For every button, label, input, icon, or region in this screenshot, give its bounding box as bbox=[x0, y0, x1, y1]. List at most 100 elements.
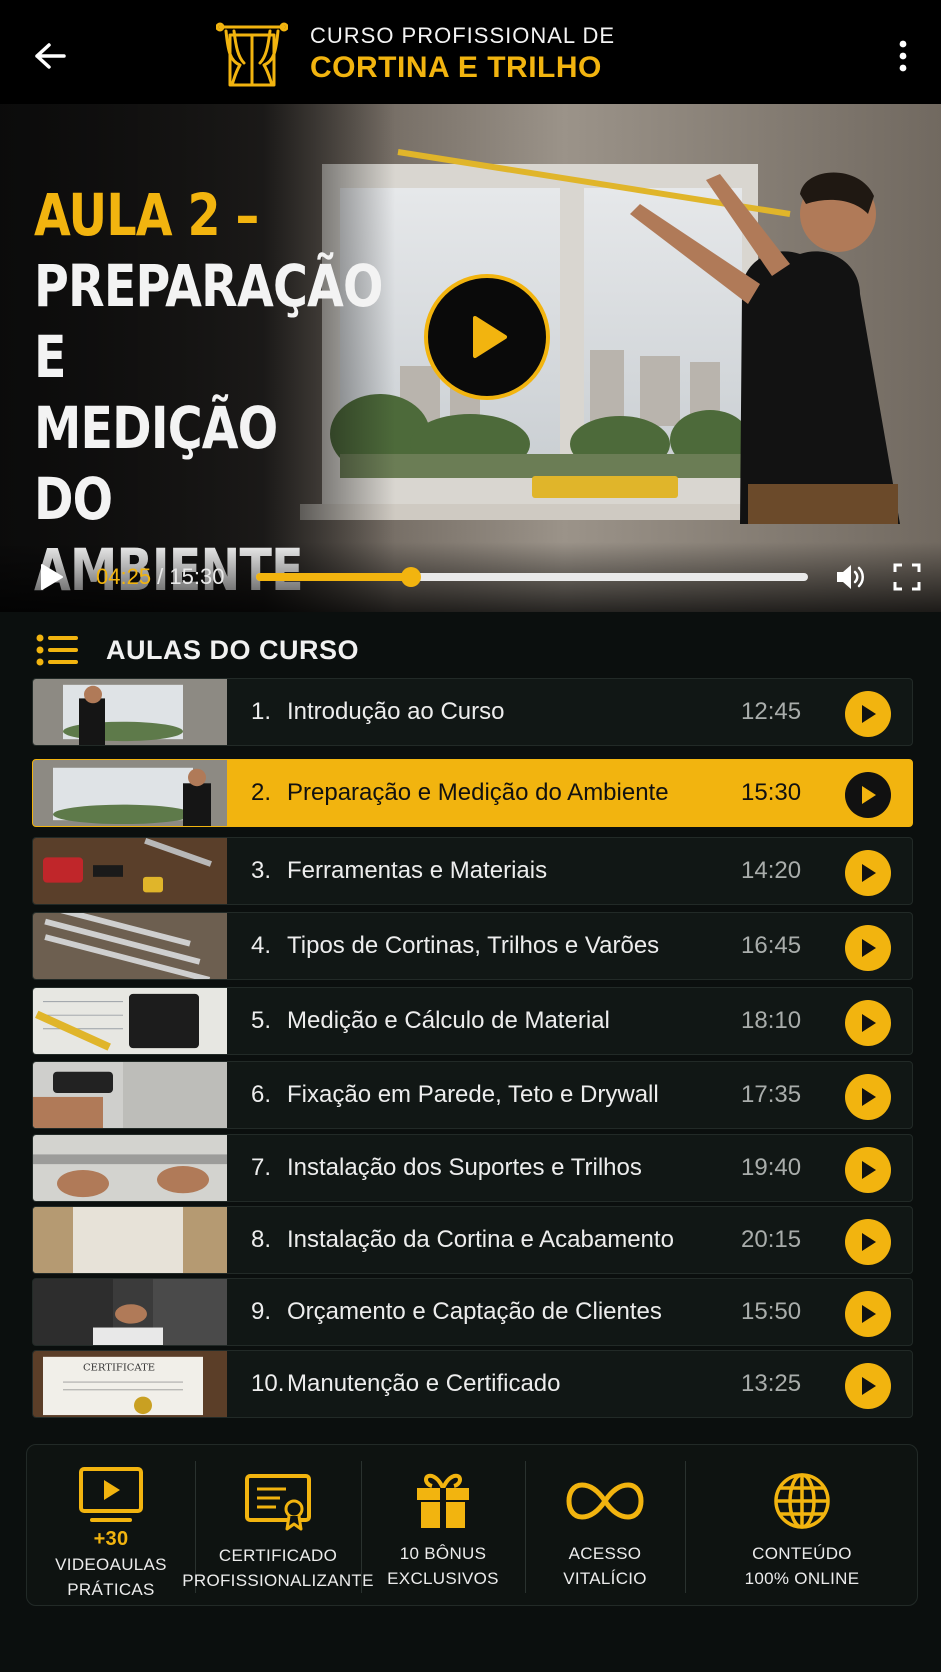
feature-line: EXCLUSIVOS bbox=[387, 1569, 499, 1588]
lesson-number: 1. bbox=[251, 698, 272, 725]
brand: CURSO PROFISSIONAL DE CORTINA E TRILHO bbox=[216, 20, 615, 90]
lesson-thumbnail bbox=[33, 1207, 227, 1273]
lesson-duration: 19:40 bbox=[741, 1154, 802, 1181]
feature-conteudo: CONTEÚDO 100% ONLINE bbox=[685, 1445, 919, 1605]
lesson-item[interactable]: 1. Introdução ao Curso 12:45 bbox=[32, 678, 913, 746]
lessons-section-header: AULAS DO CURSO bbox=[36, 630, 359, 670]
curtain-icon bbox=[216, 22, 288, 87]
feature-line: CONTEÚDO bbox=[752, 1544, 852, 1563]
lesson-thumbnail bbox=[33, 988, 227, 1054]
lesson-thumbnail: CERTIFICATE bbox=[33, 1351, 227, 1417]
app-header: CURSO PROFISSIONAL DE CORTINA E TRILHO bbox=[0, 0, 941, 104]
lesson-thumbnail bbox=[33, 760, 227, 826]
lesson-thumbnail bbox=[33, 838, 227, 904]
lesson-play-button[interactable] bbox=[845, 1147, 891, 1193]
lesson-title: Preparação e Medição do Ambiente bbox=[287, 779, 669, 806]
feature-bonus: 10 BÔNUS EXCLUSIVOS bbox=[361, 1445, 525, 1605]
feature-certificado: CERTIFICADO PROFISSIONALIZANTE bbox=[182, 1445, 373, 1605]
lesson-play-button[interactable] bbox=[845, 1291, 891, 1337]
play-icon bbox=[862, 1161, 876, 1179]
lessons-title: AULAS DO CURSO bbox=[106, 634, 360, 665]
globe-icon bbox=[774, 1473, 830, 1529]
video-monitor-icon bbox=[79, 1467, 143, 1522]
lesson-thumbnail bbox=[33, 1062, 227, 1128]
lesson-duration: 15:30 bbox=[741, 779, 802, 806]
lesson-number: 8. bbox=[251, 1226, 272, 1253]
play-icon bbox=[862, 1305, 876, 1323]
lesson-number: 9. bbox=[251, 1298, 272, 1325]
lesson-play-button[interactable] bbox=[845, 925, 891, 971]
center-play-button[interactable] bbox=[424, 274, 550, 400]
lesson-duration: 14:20 bbox=[741, 857, 802, 884]
progress-knob[interactable] bbox=[400, 567, 421, 587]
lesson-item[interactable]: 6. Fixação em Parede, Teto e Drywall 17:35 bbox=[32, 1061, 913, 1129]
certificate-icon bbox=[245, 1474, 311, 1531]
lesson-item[interactable]: 5. Medição e Cálculo de Material 18:10 bbox=[32, 987, 913, 1055]
lesson-duration: 12:45 bbox=[741, 698, 802, 725]
lesson-item[interactable]: 4. Tipos de Cortinas, Trilhos e Varões 16:… bbox=[32, 912, 913, 980]
feature-line: 10 BÔNUS bbox=[399, 1544, 487, 1563]
lesson-number: 6. bbox=[251, 1081, 272, 1108]
lesson-play-button[interactable] bbox=[845, 1074, 891, 1120]
fullscreen-icon[interactable] bbox=[892, 562, 922, 592]
lesson-title: Medição e Cálculo de Material bbox=[287, 1007, 610, 1034]
video-player[interactable]: AULA 2 – PREPARAÇÃO E MEDIÇÃO DO AMBIENT… bbox=[0, 104, 941, 612]
course-features: +30 VIDEOAULAS PRÁTICAS CERTIFICADO PROF… bbox=[26, 1444, 918, 1606]
brand-title: CORTINA E TRILHO bbox=[310, 51, 602, 84]
lesson-item[interactable]: 3. Ferramentas e Materiais 14:20 bbox=[32, 837, 913, 905]
lesson-thumbnail bbox=[33, 1135, 227, 1201]
lesson-play-button[interactable] bbox=[845, 850, 891, 896]
lesson-item[interactable]: CERTIFICATE 10. Manutenção e Certificado 13… bbox=[32, 1350, 913, 1418]
lesson-duration: 16:45 bbox=[741, 932, 802, 959]
lesson-item[interactable]: 7. Instalação dos Suportes e Trilhos 19:40 bbox=[32, 1134, 913, 1202]
play-icon bbox=[862, 1014, 876, 1032]
lesson-duration: 13:25 bbox=[741, 1370, 802, 1397]
play-icon bbox=[473, 316, 507, 358]
more-vertical-icon bbox=[899, 40, 907, 72]
play-icon bbox=[862, 864, 876, 882]
lesson-item[interactable]: 9. Orçamento e Captação de Clientes 15:50 bbox=[32, 1278, 913, 1346]
lesson-title: Manutenção e Certificado bbox=[287, 1370, 561, 1397]
feature-videoaulas: +30 VIDEOAULAS PRÁTICAS bbox=[27, 1445, 195, 1605]
lesson-number: 5. bbox=[251, 1007, 272, 1034]
lesson-thumbnail bbox=[33, 1279, 227, 1345]
lesson-title: Ferramentas e Materiais bbox=[287, 857, 548, 884]
lesson-title: Tipos de Cortinas, Trilhos e Varões bbox=[287, 932, 660, 959]
gift-icon bbox=[417, 1473, 469, 1528]
lesson-number: 3. bbox=[251, 857, 272, 884]
lesson-duration: 15:50 bbox=[741, 1298, 802, 1325]
feature-line: PROFISSIONALIZANTE bbox=[182, 1571, 374, 1590]
lesson-play-button[interactable] bbox=[845, 1000, 891, 1046]
time-separator: / bbox=[151, 564, 170, 589]
more-options-button[interactable] bbox=[891, 36, 915, 76]
back-button[interactable] bbox=[28, 36, 72, 76]
play-icon bbox=[862, 1088, 876, 1106]
lesson-number: 2. bbox=[251, 779, 272, 806]
feature-line: 100% ONLINE bbox=[744, 1569, 860, 1588]
svg-text:CERTIFICATE: CERTIFICATE bbox=[83, 1363, 155, 1374]
lesson-number: 10. bbox=[251, 1370, 285, 1397]
lesson-title: Instalação da Cortina e Acabamento bbox=[287, 1226, 674, 1253]
brand-subtitle: CURSO PROFISSIONAL DE bbox=[310, 23, 616, 48]
lesson-duration: 17:35 bbox=[741, 1081, 802, 1108]
lesson-item[interactable]: 8. Instalação da Cortina e Acabamento 20:1… bbox=[32, 1206, 913, 1274]
total-time: 15:30 bbox=[169, 564, 225, 589]
play-icon[interactable] bbox=[38, 562, 66, 592]
lesson-play-button[interactable] bbox=[845, 691, 891, 737]
lesson-play-button[interactable] bbox=[845, 772, 891, 818]
lesson-item[interactable]: 2. Preparação e Medição do Ambiente 15:30 bbox=[32, 759, 913, 827]
lesson-title: Orçamento e Captação de Clientes bbox=[287, 1298, 662, 1325]
feature-line: ACESSO bbox=[568, 1544, 642, 1563]
video-controls: 04:25 / 15:30 bbox=[0, 542, 941, 612]
play-icon bbox=[862, 1233, 876, 1251]
lesson-play-button[interactable] bbox=[845, 1219, 891, 1265]
lesson-title: Instalação dos Suportes e Trilhos bbox=[287, 1154, 642, 1181]
volume-icon[interactable] bbox=[834, 562, 866, 592]
feature-line: VITALÍCIO bbox=[563, 1569, 647, 1588]
lesson-duration: 20:15 bbox=[741, 1226, 802, 1253]
progress-fill bbox=[256, 573, 411, 581]
lesson-play-button[interactable] bbox=[845, 1363, 891, 1409]
feature-line: CERTIFICADO bbox=[218, 1546, 338, 1565]
lesson-thumbnail bbox=[33, 679, 227, 745]
progress-bar[interactable] bbox=[256, 567, 808, 587]
